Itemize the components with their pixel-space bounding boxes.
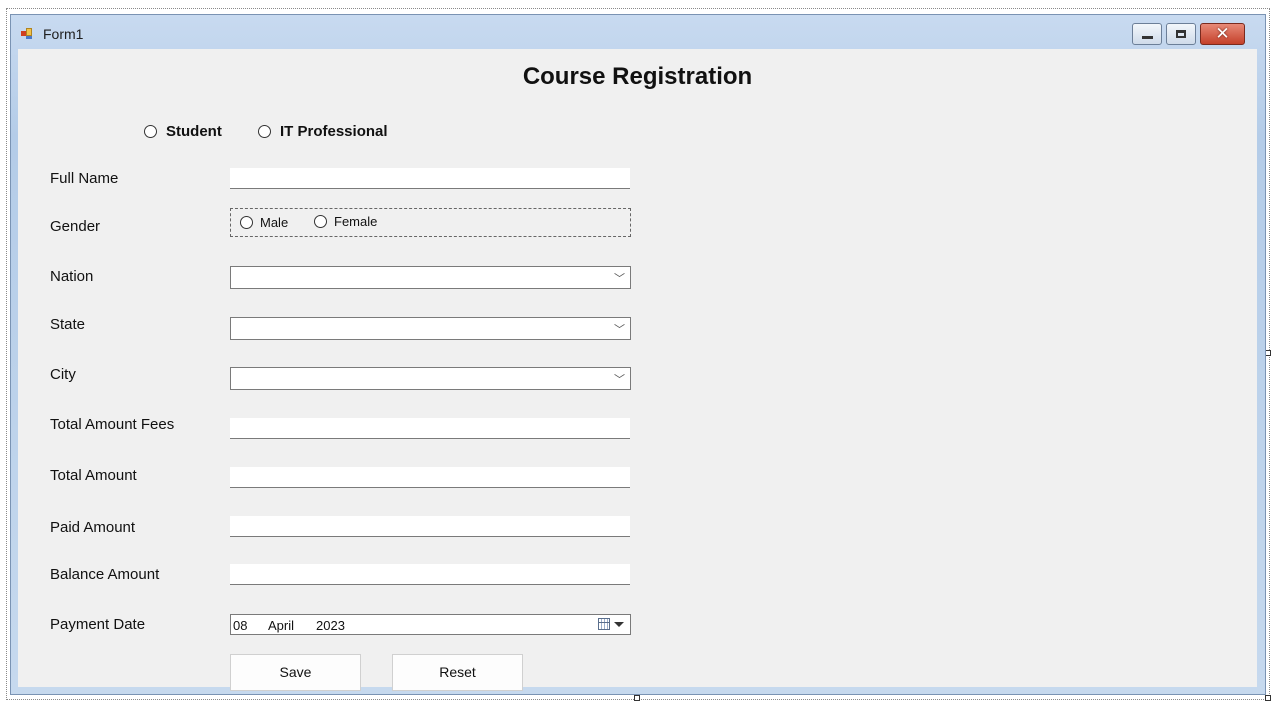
close-button[interactable]: ✕ [1200,23,1245,45]
total-amount-fees-label: Total Amount Fees [50,416,175,433]
total-amount-label: Total Amount [50,467,137,484]
nation-dropdown[interactable]: ﹀ [230,266,631,289]
payment-date-label: Payment Date [50,616,146,633]
male-radio[interactable] [240,216,253,229]
payment-date-picker[interactable]: 08 April 2023 [230,614,631,635]
it-professional-radio[interactable] [258,125,271,138]
maximize-button[interactable] [1166,23,1196,45]
form-app-icon [21,28,32,39]
resize-grip-corner[interactable] [1265,695,1271,701]
payment-date-month[interactable]: April [268,618,294,633]
city-dropdown[interactable]: ﹀ [230,367,631,390]
city-label: City [50,366,76,383]
full-name-input[interactable] [230,168,630,189]
female-radio[interactable] [314,215,327,228]
paid-amount-label: Paid Amount [50,519,136,536]
chevron-down-icon[interactable]: ﹀ [614,270,625,286]
gender-label: Gender [50,218,101,235]
chevron-down-icon[interactable]: ﹀ [614,371,625,387]
male-radio-label[interactable]: Male [260,215,288,230]
form-client-area: Course Registration Student IT Professio… [18,49,1257,691]
gender-group: Male Female [230,208,631,237]
state-label: State [50,316,86,333]
it-professional-radio-label[interactable]: IT Professional [280,123,388,140]
state-dropdown[interactable]: ﹀ [230,317,631,340]
student-radio-label[interactable]: Student [166,123,222,140]
title-bar[interactable]: Form1 ✕ [11,15,1265,49]
female-radio-label[interactable]: Female [334,214,377,229]
minimize-button[interactable] [1132,23,1162,45]
reset-button[interactable]: Reset [392,654,523,691]
full-name-label: Full Name [50,170,119,187]
close-icon: ✕ [1215,23,1230,44]
form-window: Form1 ✕ Course Registration Student IT P… [10,14,1266,695]
chevron-down-icon[interactable] [614,622,624,627]
chevron-down-icon[interactable]: ﹀ [614,321,625,337]
resize-grip-bottom[interactable] [634,695,640,701]
payment-date-year[interactable]: 2023 [316,618,345,633]
nation-label: Nation [50,268,94,285]
balance-amount-label: Balance Amount [50,566,160,583]
save-button[interactable]: Save [230,654,361,691]
paid-amount-input[interactable] [230,516,630,537]
total-amount-input[interactable] [230,467,630,488]
calendar-icon[interactable] [598,618,610,630]
total-amount-fees-input[interactable] [230,418,630,439]
payment-date-day[interactable]: 08 [233,618,247,633]
minimize-icon [1141,35,1153,39]
maximize-icon [1176,30,1186,38]
page-title: Course Registration [522,63,753,90]
balance-amount-input[interactable] [230,564,630,585]
window-title: Form1 [43,26,84,42]
student-radio[interactable] [144,125,157,138]
